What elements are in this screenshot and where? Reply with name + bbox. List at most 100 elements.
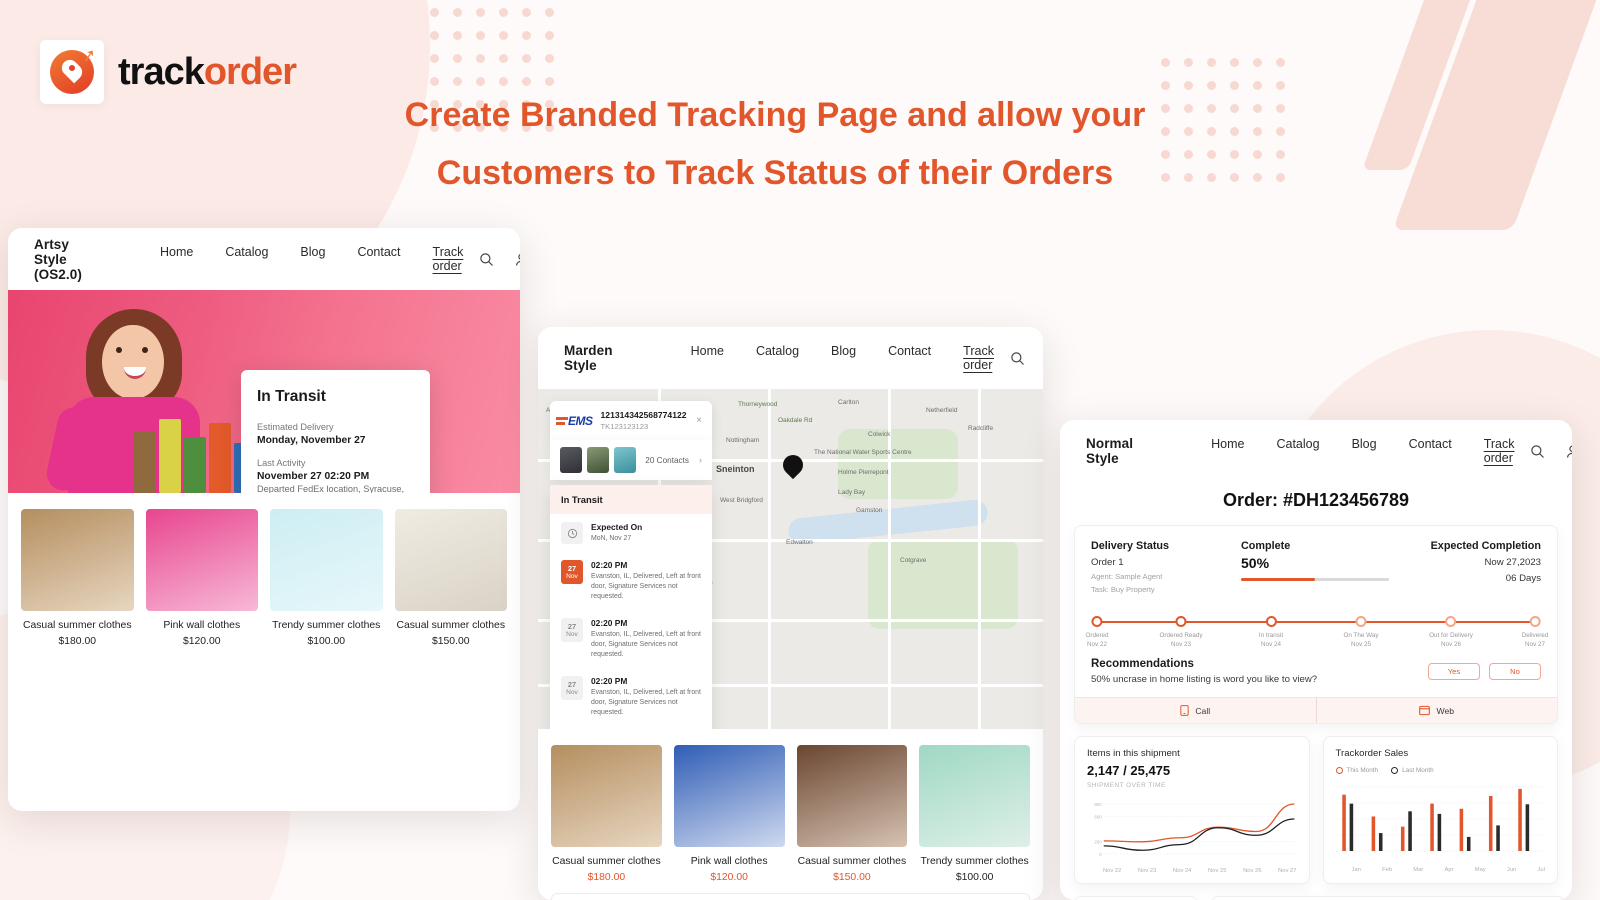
timeline-date: Nov 25 — [1351, 641, 1371, 648]
product-card[interactable]: Casual summer clothes $180.00 — [551, 745, 662, 883]
nav-link-contact[interactable]: Contact — [1393, 437, 1468, 465]
marden-nav-links[interactable]: Home Catalog Blog Contact Track order — [675, 344, 1010, 372]
user-icon[interactable] — [514, 252, 520, 267]
normal-nav-links[interactable]: Home Catalog Blog Contact Track order — [1195, 437, 1530, 465]
nav-link-blog[interactable]: Blog — [1336, 437, 1393, 465]
charts-row: Items in this shipment 2,147 / 25,475 SH… — [1074, 736, 1558, 884]
expected-on-title: Expected On — [591, 522, 643, 532]
timeline-label: In transit — [1258, 632, 1284, 639]
svg-text:600: 600 — [1094, 815, 1102, 820]
marden-product-grid: Casual summer clothes $180.00 Pink wall cl… — [538, 729, 1043, 883]
timeline-node: Ordered Ready Nov 23 — [1159, 616, 1203, 648]
x-tick: Nov 23 — [1138, 868, 1157, 874]
nav-link-contact[interactable]: Contact — [872, 344, 947, 372]
product-card[interactable]: Casual summer clothes $180.00 — [21, 509, 134, 647]
search-icon[interactable] — [479, 252, 494, 267]
artsy-nav-icons — [479, 252, 520, 267]
timeline-dot — [1445, 616, 1457, 627]
product-name: Casual summer clothes — [396, 620, 506, 631]
shipment-chart-xticks: Nov 22 Nov 23 Nov 24 Nov 25 Nov 26 Nov 27 — [1087, 868, 1297, 874]
avatar — [587, 447, 609, 473]
legend-item: This Month — [1335, 767, 1379, 774]
call-tab[interactable]: Call — [1075, 698, 1317, 723]
nav-link-track-order[interactable]: Track order — [417, 245, 480, 273]
task-name: Task: Buy Property — [1091, 585, 1155, 594]
event-detail: Evanston, IL, Delivered, Left at front d… — [591, 689, 701, 716]
product-name: Casual summer clothes — [22, 620, 132, 631]
product-price: $120.00 — [710, 872, 748, 883]
delivery-map[interactable]: Thorneywood Carlton Netherfield Oakdale Rd C… — [538, 389, 1043, 729]
normal-nav-icons — [1530, 444, 1572, 459]
timeline-date: Nov 22 — [1087, 641, 1107, 648]
web-tab[interactable]: Web — [1317, 698, 1558, 723]
product-card[interactable]: Trendy summer clothes $100.00 — [919, 745, 1030, 883]
product-image — [21, 509, 134, 611]
page-headline: Create Branded Tracking Page and allow y… — [404, 96, 1146, 193]
product-card[interactable]: Pink wall clothes $120.00 — [145, 509, 258, 647]
legend-label: This Month — [1346, 767, 1379, 774]
nav-link-catalog[interactable]: Catalog — [740, 344, 815, 372]
user-icon[interactable] — [1565, 444, 1572, 459]
timeline-label: Ordered — [1085, 632, 1109, 639]
map-label: Radcliffe — [968, 425, 994, 432]
estimated-delivery-label: Estimated Delivery — [257, 422, 334, 432]
conversion-card: Conversion +20% — [1074, 896, 1198, 900]
map-pin-icon — [778, 450, 808, 482]
handpicked-card: Handpicked For You — [1211, 896, 1565, 900]
nav-link-home[interactable]: Home — [144, 245, 209, 273]
normal-style-card: Normal Style Home Catalog Blog Contact Track… — [1060, 420, 1572, 900]
nav-link-track-order[interactable]: Track order — [947, 344, 1010, 372]
product-card[interactable]: Casual summer clothes $150.00 — [394, 509, 507, 647]
transit-title: In Transit — [257, 388, 326, 405]
phone-icon — [1180, 705, 1189, 716]
artsy-nav-links[interactable]: Home Catalog Blog Contact Track order — [144, 245, 479, 273]
x-tick: Apr — [1444, 867, 1454, 873]
timeline-node: Ordered Nov 22 — [1085, 616, 1109, 648]
artsy-product-grid: Casual summer clothes $180.00 Pink wall cl… — [8, 493, 520, 647]
event-date-chip: 27 Nov — [561, 676, 583, 700]
timeline-date: Nov 27 — [1525, 641, 1545, 648]
contact-tabs: Call Web — [1075, 697, 1557, 723]
artsy-hero: In Transit Estimated Delivery Monday, No… — [8, 290, 520, 493]
nav-link-home[interactable]: Home — [675, 344, 740, 372]
product-card[interactable]: Casual summer clothes $150.00 — [796, 745, 908, 883]
nav-link-catalog[interactable]: Catalog — [1260, 437, 1335, 465]
timeline-date: Nov 24 — [1261, 641, 1281, 648]
chevron-right-icon[interactable]: › — [699, 455, 702, 465]
timeline-dot — [1529, 616, 1541, 627]
recommendation-no-button[interactable]: No — [1489, 663, 1541, 680]
event-date-chip: 27 Nov — [561, 560, 583, 584]
nav-link-catalog[interactable]: Catalog — [209, 245, 284, 273]
x-tick: May — [1474, 867, 1486, 873]
close-icon[interactable]: × — [696, 415, 702, 426]
map-label: Gamston — [856, 507, 883, 514]
product-price: $100.00 — [307, 636, 346, 647]
nav-link-track-order[interactable]: Track order — [1468, 437, 1531, 465]
logo-box: ➚ — [40, 40, 104, 104]
product-name: Pink wall clothes — [163, 620, 241, 631]
shipment-chart-value: 2,147 / 25,475 — [1087, 763, 1171, 778]
x-tick: Feb — [1382, 867, 1393, 873]
shipment-line-plot: 800 600 200 0 — [1087, 796, 1297, 865]
x-tick: Nov 25 — [1208, 868, 1227, 874]
product-card[interactable]: Pink wall clothes $120.00 — [673, 745, 785, 883]
contacts-row[interactable]: 20 Contacts › — [550, 440, 712, 480]
nav-link-blog[interactable]: Blog — [284, 245, 341, 273]
product-image — [394, 509, 507, 611]
recommendation-yes-button[interactable]: Yes — [1428, 663, 1480, 680]
nav-link-home[interactable]: Home — [1195, 437, 1260, 465]
svg-text:200: 200 — [1094, 840, 1102, 845]
tracking-sub-id: TK123123123 — [600, 422, 649, 431]
nav-link-blog[interactable]: Blog — [815, 344, 872, 372]
timeline-label: Out for Delivery — [1429, 632, 1473, 639]
search-icon[interactable] — [1530, 444, 1545, 459]
product-image — [673, 745, 785, 847]
search-icon[interactable] — [1010, 351, 1025, 366]
product-card[interactable]: Trendy summer clothes $100.00 — [270, 509, 383, 647]
marden-brand: Marden Style — [564, 343, 613, 373]
x-tick: Jul — [1537, 867, 1545, 873]
delivery-status-col: Delivery Status Order 1 Agent: Sample Ag… — [1091, 540, 1241, 594]
nav-link-contact[interactable]: Contact — [341, 245, 416, 273]
event-detail: Evanston, IL, Delivered, Left at front d… — [591, 631, 701, 658]
order-title: Order: #DH123456789 — [1222, 490, 1410, 510]
